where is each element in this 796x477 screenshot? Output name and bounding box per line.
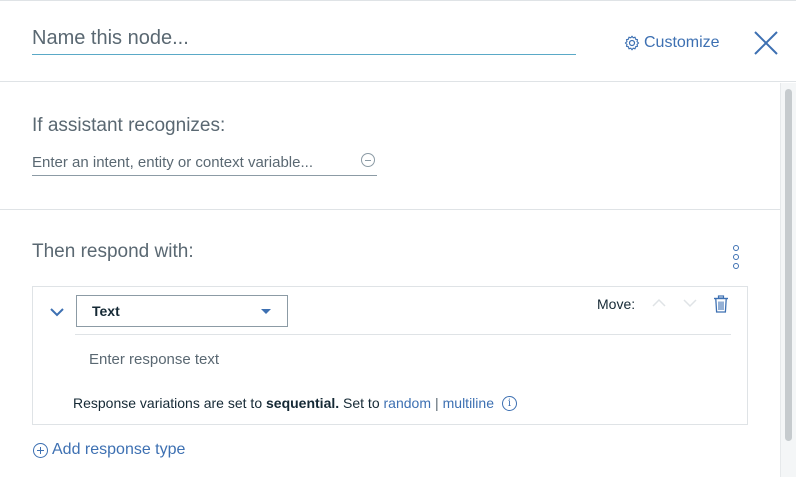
variations-mode: sequential. xyxy=(266,395,340,411)
variations-prefix: Response variations are set to xyxy=(73,395,263,411)
add-response-label: Add response type xyxy=(52,441,186,458)
node-name-input[interactable] xyxy=(32,23,576,55)
vertical-scrollbar[interactable] xyxy=(780,83,796,477)
condition-placeholder: Enter an intent, entity or context varia… xyxy=(32,153,313,171)
add-response-type-button[interactable]: Add response type xyxy=(33,441,185,459)
response-text-input[interactable] xyxy=(89,347,689,371)
move-label: Move: xyxy=(597,296,636,312)
move-down-icon[interactable] xyxy=(682,297,698,309)
random-link[interactable]: random xyxy=(384,395,431,411)
conditions-title: If assistant recognizes: xyxy=(32,115,226,136)
variations-set-to: Set to xyxy=(343,395,380,411)
response-variations: Response variations are set to sequentia… xyxy=(73,395,517,411)
response-type-value: Text xyxy=(92,303,120,319)
response-card: Text Move: Response variations are set t… xyxy=(32,286,748,425)
node-header: Customize xyxy=(0,0,796,82)
response-type-select[interactable]: Text xyxy=(76,295,288,327)
caret-down-icon xyxy=(261,309,271,314)
close-icon[interactable] xyxy=(752,29,780,57)
info-icon[interactable]: i xyxy=(501,395,517,411)
node-editor-content: If assistant recognizes: Enter an intent… xyxy=(0,83,780,477)
more-options-icon[interactable] xyxy=(730,245,742,273)
customize-label: Customize xyxy=(644,34,720,51)
card-divider xyxy=(75,334,731,335)
option-separator: | xyxy=(434,395,439,411)
remove-condition-icon[interactable] xyxy=(361,153,375,167)
gear-icon xyxy=(624,35,640,51)
add-circle-icon xyxy=(33,442,48,458)
move-up-icon[interactable] xyxy=(651,297,667,309)
trash-icon[interactable] xyxy=(713,295,729,313)
responses-title: Then respond with: xyxy=(32,241,194,262)
condition-input[interactable]: Enter an intent, entity or context varia… xyxy=(32,149,377,176)
scrollbar-thumb[interactable] xyxy=(785,89,792,441)
multiline-link[interactable]: multiline xyxy=(443,395,494,411)
customize-button[interactable]: Customize xyxy=(624,33,720,53)
chevron-down-icon[interactable] xyxy=(49,305,65,319)
section-divider xyxy=(0,209,780,210)
